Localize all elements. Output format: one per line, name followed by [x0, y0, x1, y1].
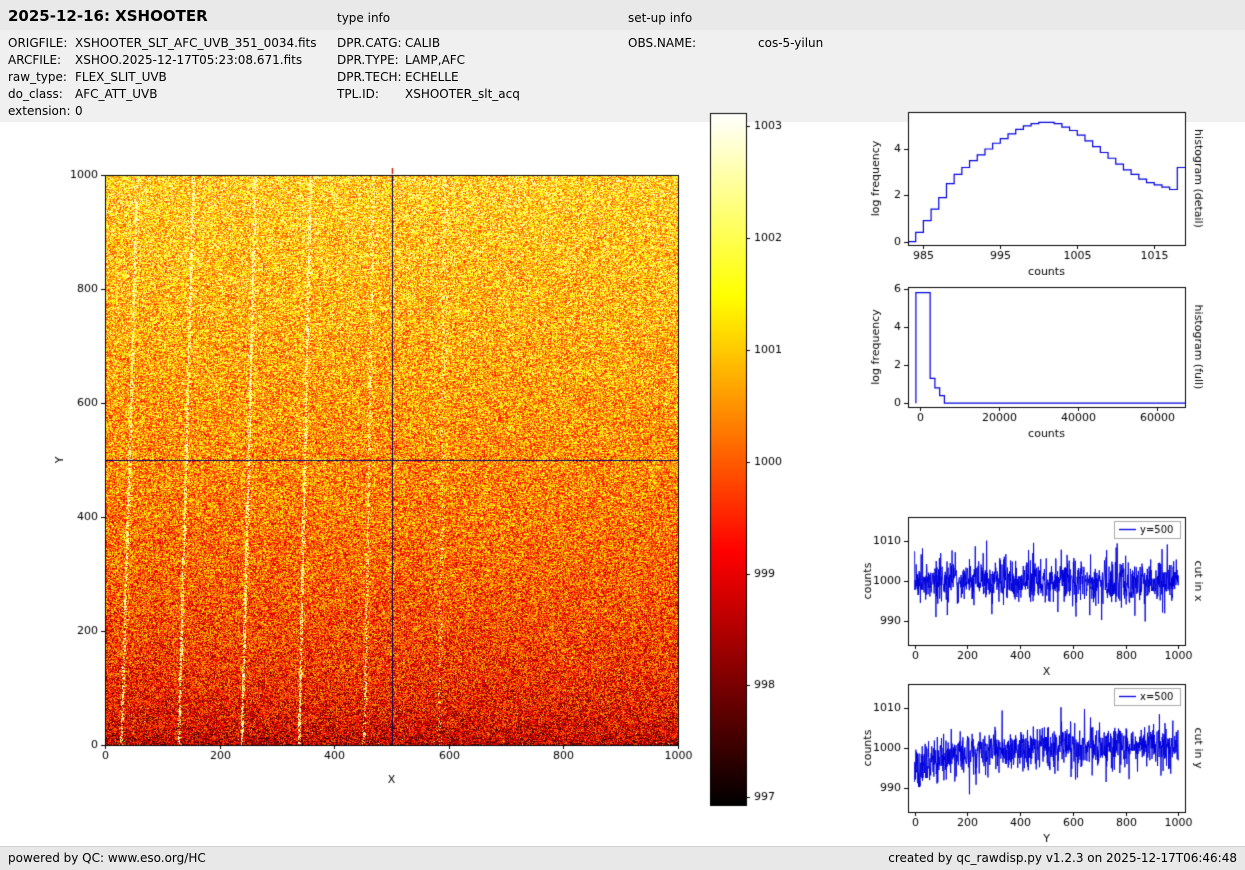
field-label: do_class:: [8, 86, 75, 103]
file-info-row: do_class: AFC_ATT_UVB: [8, 86, 316, 103]
setup-info-row: OBS.NAME: cos-5-yilun: [628, 35, 823, 52]
type-info-row: DPR.CATG: CALIB: [337, 35, 520, 52]
file-info-block: ORIGFILE: XSHOOTER_SLT_AFC_UVB_351_0034.…: [8, 35, 316, 120]
field-label: ARCFILE:: [8, 52, 75, 69]
cut-in-x-plot: [845, 505, 1215, 680]
setup-info-block: OBS.NAME: cos-5-yilun: [628, 35, 823, 52]
field-label: OBS.NAME:: [628, 35, 758, 52]
colorbar: [708, 110, 798, 815]
qc-report-page: 2025-12-16: XSHOOTER type info set-up in…: [0, 0, 1245, 870]
file-info-row: ARCFILE: XSHOO.2025-12-17T05:23:08.671.f…: [8, 52, 316, 69]
field-label: DPR.TECH:: [337, 69, 405, 86]
field-value: XSHOOTER_slt_acq: [405, 86, 520, 103]
file-info-row: raw_type: FLEX_SLIT_UVB: [8, 69, 316, 86]
field-label: raw_type:: [8, 69, 75, 86]
field-value: cos-5-yilun: [758, 35, 823, 52]
field-value: FLEX_SLIT_UVB: [75, 69, 167, 86]
field-value: CALIB: [405, 35, 440, 52]
field-value: LAMP,AFC: [405, 52, 465, 69]
footer-created-by: created by qc_rawdisp.py v1.2.3 on 2025-…: [888, 851, 1237, 865]
field-label: DPR.TYPE:: [337, 52, 405, 69]
field-value: XSHOO.2025-12-17T05:23:08.671.fits: [75, 52, 302, 69]
field-label: DPR.CATG:: [337, 35, 405, 52]
field-value: ECHELLE: [405, 69, 459, 86]
file-info-row: extension: 0: [8, 103, 316, 120]
field-label: extension:: [8, 103, 75, 120]
cut-in-y-plot: [845, 672, 1215, 847]
type-info-row: DPR.TYPE: LAMP,AFC: [337, 52, 520, 69]
field-label: TPL.ID:: [337, 86, 405, 103]
footer: powered by QC: www.eso.org/HC created by…: [0, 846, 1245, 870]
histogram-full-plot: [845, 275, 1215, 450]
histogram-detail-plot: [845, 100, 1215, 275]
type-info-heading: type info: [337, 11, 390, 25]
type-info-block: DPR.CATG: CALIB DPR.TYPE: LAMP,AFC DPR.T…: [337, 35, 520, 103]
type-info-row: TPL.ID: XSHOOTER_slt_acq: [337, 86, 520, 103]
type-info-row: DPR.TECH: ECHELLE: [337, 69, 520, 86]
page-title: 2025-12-16: XSHOOTER: [8, 7, 208, 25]
file-info-row: ORIGFILE: XSHOOTER_SLT_AFC_UVB_351_0034.…: [8, 35, 316, 52]
field-label: ORIGFILE:: [8, 35, 75, 52]
field-value: 0: [75, 103, 83, 120]
footer-credit-qc: powered by QC: www.eso.org/HC: [8, 851, 206, 865]
raw-image-plot: [38, 158, 698, 803]
field-value: AFC_ATT_UVB: [75, 86, 157, 103]
setup-info-heading: set-up info: [628, 11, 692, 25]
field-value: XSHOOTER_SLT_AFC_UVB_351_0034.fits: [75, 35, 316, 52]
